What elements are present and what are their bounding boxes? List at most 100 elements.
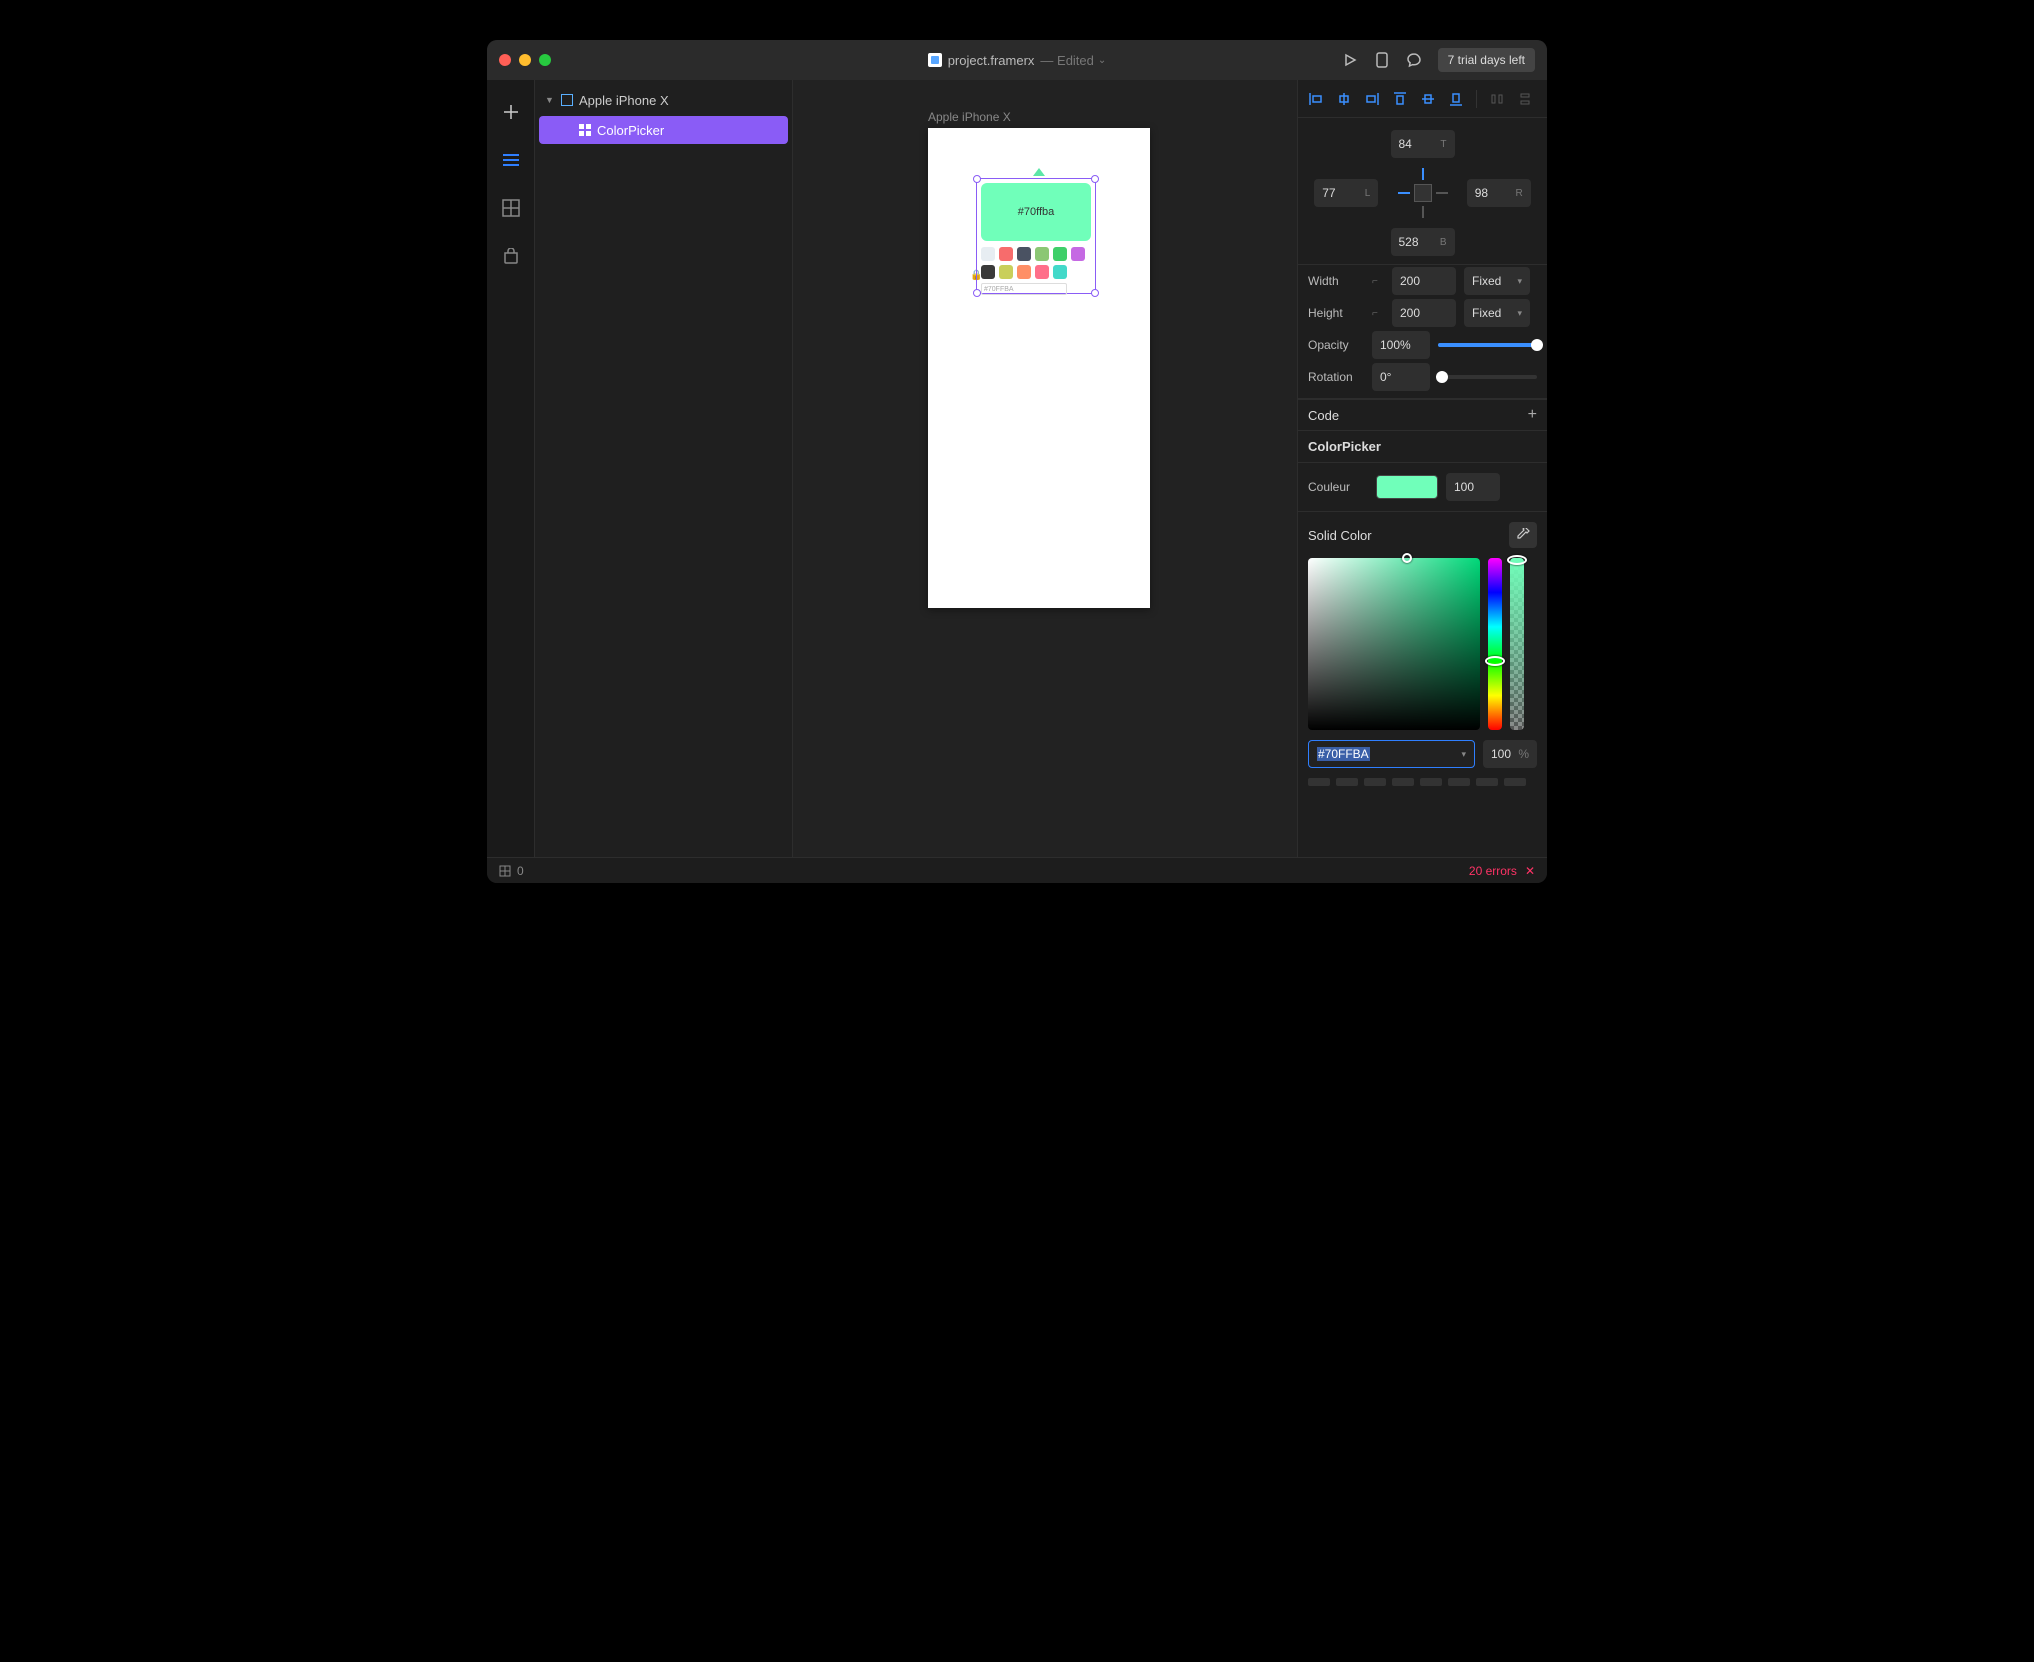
align-middle-v-icon[interactable] bbox=[1420, 91, 1436, 107]
resize-handle-br[interactable] bbox=[1091, 289, 1099, 297]
palette-swatch[interactable] bbox=[1017, 265, 1031, 279]
eyedropper-button[interactable] bbox=[1509, 522, 1537, 548]
artboard-label[interactable]: Apple iPhone X bbox=[928, 110, 1011, 124]
resize-handle-tr[interactable] bbox=[1091, 175, 1099, 183]
zoom-window-button[interactable] bbox=[539, 54, 551, 66]
palette-swatch[interactable] bbox=[981, 247, 995, 261]
trial-days-button[interactable]: 7 trial days left bbox=[1438, 48, 1535, 72]
align-center-h-icon[interactable] bbox=[1336, 91, 1352, 107]
minimize-window-button[interactable] bbox=[519, 54, 531, 66]
canvas[interactable]: Apple iPhone X 🔒 #70ffba #70FFBA bbox=[793, 80, 1297, 857]
recent-swatch[interactable] bbox=[1476, 778, 1498, 786]
artboard[interactable]: 🔒 #70ffba #70FFBA bbox=[928, 128, 1150, 608]
alignment-toolbar bbox=[1298, 80, 1547, 118]
pos-l-field[interactable]: 77L bbox=[1314, 179, 1378, 207]
lock-top-icon[interactable]: ⌐ bbox=[1372, 276, 1384, 287]
pos-b-field[interactable]: 528B bbox=[1391, 228, 1455, 256]
tool-rail bbox=[487, 80, 535, 857]
titlebar: project.framerx — Edited ⌄ 7 trial days … bbox=[487, 40, 1547, 80]
selected-swatch[interactable]: #70ffba bbox=[981, 183, 1091, 241]
width-mode-select[interactable]: Fixed▾ bbox=[1464, 267, 1530, 295]
opacity-field[interactable]: 100% bbox=[1372, 331, 1430, 359]
resize-handle-bl[interactable] bbox=[973, 289, 981, 297]
resize-handle-tl[interactable] bbox=[973, 175, 981, 183]
recent-swatch[interactable] bbox=[1392, 778, 1414, 786]
recent-swatch[interactable] bbox=[1364, 778, 1386, 786]
align-bottom-icon[interactable] bbox=[1448, 91, 1464, 107]
sv-cursor[interactable] bbox=[1402, 553, 1412, 563]
device-preview-button[interactable] bbox=[1374, 52, 1390, 68]
components-tool-icon[interactable] bbox=[501, 198, 521, 218]
hex-chevron-icon[interactable]: ▾ bbox=[1461, 749, 1466, 760]
height-mode-select[interactable]: Fixed▾ bbox=[1464, 299, 1530, 327]
rotation-field[interactable]: 0° bbox=[1372, 363, 1430, 391]
alpha-pct-field[interactable]: 100% bbox=[1483, 740, 1537, 768]
frame-icon bbox=[561, 94, 573, 106]
width-field[interactable]: 200 bbox=[1392, 267, 1456, 295]
colorpicker-component[interactable]: #70ffba #70FFBA bbox=[981, 183, 1091, 295]
preview-play-button[interactable] bbox=[1342, 52, 1358, 68]
document-icon bbox=[928, 53, 942, 67]
close-errors-icon[interactable]: ✕ bbox=[1525, 864, 1535, 878]
rotation-label: Rotation bbox=[1308, 370, 1364, 384]
layer-row-colorpicker[interactable]: ColorPicker bbox=[539, 116, 788, 144]
palette-swatch[interactable] bbox=[999, 265, 1013, 279]
selection-outline[interactable]: #70ffba #70FFBA bbox=[976, 178, 1096, 294]
hue-slider[interactable] bbox=[1488, 558, 1502, 730]
palette-swatch[interactable] bbox=[999, 247, 1013, 261]
palette-swatch[interactable] bbox=[1053, 265, 1067, 279]
lock-bottom-icon[interactable]: ⌐ bbox=[1372, 308, 1384, 319]
app-window: project.framerx — Edited ⌄ 7 trial days … bbox=[487, 40, 1547, 883]
code-section-header[interactable]: Code + bbox=[1298, 399, 1547, 431]
palette-swatch[interactable] bbox=[1035, 247, 1049, 261]
distribute-v-icon[interactable] bbox=[1517, 91, 1533, 107]
palette-swatch[interactable] bbox=[981, 265, 995, 279]
pos-r-field[interactable]: 98R bbox=[1467, 179, 1531, 207]
close-window-button[interactable] bbox=[499, 54, 511, 66]
layer-row-root[interactable]: ▼ Apple iPhone X bbox=[535, 86, 792, 114]
align-top-icon[interactable] bbox=[1392, 91, 1408, 107]
saturation-value-box[interactable] bbox=[1308, 558, 1480, 730]
opacity-slider[interactable] bbox=[1438, 343, 1537, 347]
status-errors[interactable]: 20 errors ✕ bbox=[1469, 864, 1535, 878]
palette-swatch[interactable] bbox=[1035, 265, 1049, 279]
add-tool-icon[interactable] bbox=[501, 102, 521, 122]
couleur-swatch[interactable] bbox=[1376, 475, 1438, 499]
pos-t-field[interactable]: 84T bbox=[1391, 130, 1455, 158]
recent-swatch[interactable] bbox=[1504, 778, 1526, 786]
component-icon bbox=[579, 124, 591, 136]
rotation-row: Rotation 0° bbox=[1298, 361, 1547, 399]
recent-swatch[interactable] bbox=[1448, 778, 1470, 786]
couleur-alpha-field[interactable]: 100 bbox=[1446, 473, 1500, 501]
recent-swatch[interactable] bbox=[1336, 778, 1358, 786]
hue-cursor[interactable] bbox=[1485, 656, 1505, 666]
layers-tool-icon[interactable] bbox=[501, 150, 521, 170]
status-left[interactable]: 0 bbox=[499, 864, 524, 878]
alpha-cursor[interactable] bbox=[1507, 555, 1527, 565]
height-field[interactable]: 200 bbox=[1392, 299, 1456, 327]
align-right-icon[interactable] bbox=[1364, 91, 1380, 107]
store-tool-icon[interactable] bbox=[501, 246, 521, 266]
recent-swatch[interactable] bbox=[1420, 778, 1442, 786]
align-left-icon[interactable] bbox=[1308, 91, 1324, 107]
add-code-icon[interactable]: + bbox=[1528, 406, 1537, 424]
solid-color-header: Solid Color bbox=[1298, 512, 1547, 558]
palette-grid bbox=[981, 247, 1091, 279]
palette-swatch[interactable] bbox=[1053, 247, 1067, 261]
opacity-label: Opacity bbox=[1308, 338, 1364, 352]
width-row: Width ⌐ 200 Fixed▾ bbox=[1298, 265, 1547, 297]
disclosure-icon[interactable]: ▼ bbox=[545, 95, 555, 105]
alpha-slider[interactable] bbox=[1510, 558, 1524, 730]
palette-swatch[interactable] bbox=[1071, 247, 1085, 261]
distribute-h-icon[interactable] bbox=[1489, 91, 1505, 107]
anchor-widget[interactable] bbox=[1394, 164, 1452, 222]
hex-input[interactable]: #70FFBA ▾ bbox=[1308, 740, 1475, 768]
swatch-hex-label: #70ffba bbox=[1018, 206, 1055, 218]
mini-hex-input[interactable]: #70FFBA bbox=[981, 283, 1067, 295]
rotation-slider[interactable] bbox=[1438, 375, 1537, 379]
chat-button[interactable] bbox=[1406, 52, 1422, 68]
solid-color-label: Solid Color bbox=[1308, 528, 1372, 543]
palette-swatch[interactable] bbox=[1017, 247, 1031, 261]
recent-swatch[interactable] bbox=[1308, 778, 1330, 786]
layers-panel: ▼ Apple iPhone X ColorPicker bbox=[535, 80, 793, 857]
